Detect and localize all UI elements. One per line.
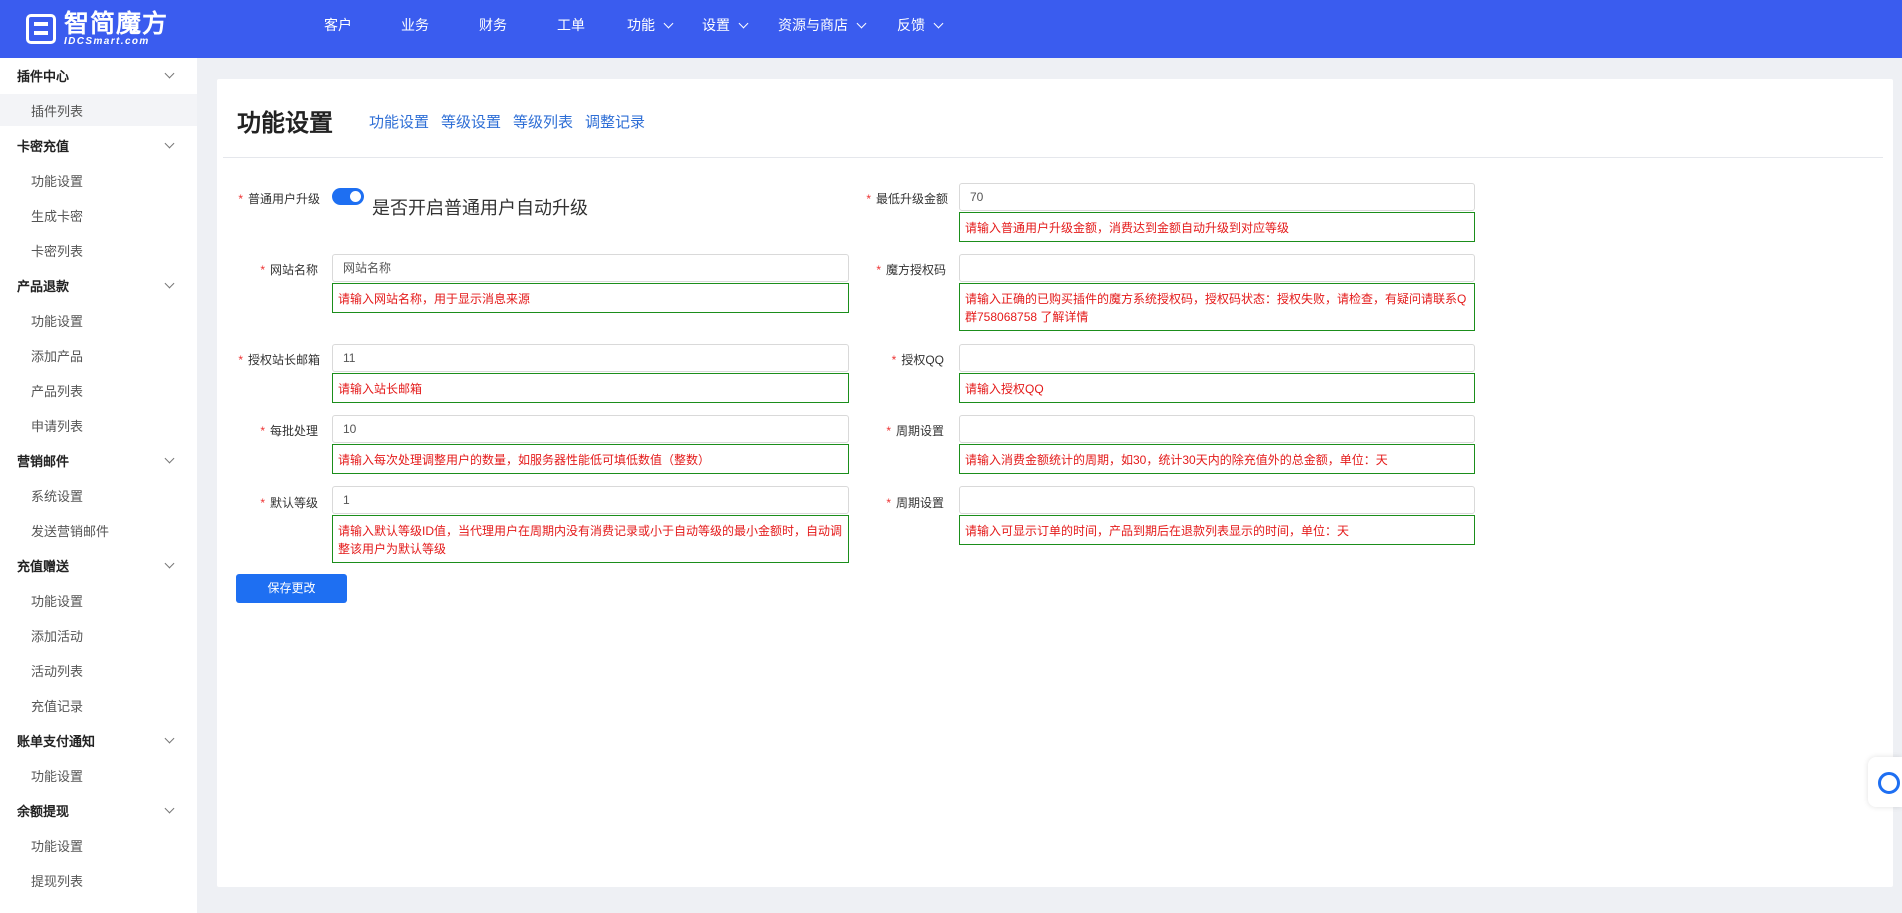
admin-email-input[interactable]: 11	[332, 344, 849, 372]
nav-tickets[interactable]: 工单	[557, 0, 585, 50]
nav-settings[interactable]: 设置	[702, 0, 749, 50]
page-tabs: 功能设置 等级设置 等级列表 调整记录	[369, 111, 645, 132]
nav-business[interactable]: 业务	[401, 0, 429, 50]
chevron-down-icon	[856, 18, 867, 28]
sidebar-group-recharge-bonus[interactable]: 充值赠送	[0, 549, 197, 581]
site-name-hint: 请输入网站名称，用于显示消息来源	[332, 283, 849, 313]
admin-email-hint: 请输入站长邮箱	[332, 373, 849, 403]
min-upgrade-amount-hint: 请输入普通用户升级金额，消费达到金额自动升级到对应等级	[959, 212, 1475, 242]
admin-email-label: * 授权站长邮箱	[238, 353, 320, 367]
batch-size-input[interactable]: 10	[332, 415, 849, 443]
sidebar-item-activity-list[interactable]: 活动列表	[0, 654, 197, 686]
period-settings-label: * 周期设置	[886, 424, 944, 438]
sidebar-item-add-product[interactable]: 添加产品	[0, 339, 197, 371]
top-navbar: 智简魔方 IDCSmart.com 客户 业务 财务 工单 功能 设置 资源与商…	[0, 0, 1902, 58]
sidebar-group-marketing-email[interactable]: 营销邮件	[0, 444, 197, 476]
sidebar-group-plugin-center[interactable]: 插件中心	[0, 59, 197, 91]
default-level-input[interactable]: 1	[332, 486, 849, 514]
order-period-input[interactable]	[959, 486, 1475, 514]
nav-customers[interactable]: 客户	[324, 0, 352, 50]
chevron-down-icon	[164, 278, 175, 289]
tab-level-list[interactable]: 等级列表	[513, 111, 573, 132]
sidebar-item-withdraw-settings[interactable]: 功能设置	[0, 829, 197, 861]
sidebar-item-withdraw-list[interactable]: 提现列表	[0, 864, 197, 896]
support-icon	[1878, 772, 1900, 794]
chevron-down-icon	[933, 18, 944, 28]
min-upgrade-amount-label: * 最低升级金额	[866, 192, 948, 206]
page-title: 功能设置	[237, 110, 333, 137]
logo-icon	[26, 14, 56, 44]
site-name-label: * 网站名称	[260, 263, 318, 277]
sidebar-item-generate-card[interactable]: 生成卡密	[0, 199, 197, 231]
nav-resources-store[interactable]: 资源与商店	[778, 0, 867, 50]
sidebar-item-bonus-settings[interactable]: 功能设置	[0, 584, 197, 616]
period-settings-hint: 请输入消费金额统计的周期，如30，统计30天内的除充值外的总金额，单位：天	[959, 444, 1475, 474]
brand-domain: IDCSmart.com	[64, 36, 150, 47]
license-qq-hint: 请输入授权QQ	[959, 373, 1475, 403]
sidebar-item-product-list[interactable]: 产品列表	[0, 374, 197, 406]
sidebar-group-product-refund[interactable]: 产品退款	[0, 269, 197, 301]
sidebar-item-add-activity[interactable]: 添加活动	[0, 619, 197, 651]
default-level-label: * 默认等级	[260, 496, 318, 510]
period-settings-input[interactable]	[959, 415, 1475, 443]
sidebar-item-notice-settings[interactable]: 功能设置	[0, 759, 197, 791]
tab-level-settings[interactable]: 等级设置	[441, 111, 501, 132]
batch-size-hint: 请输入每次处理调整用户的数量，如服务器性能低可填低数值（整数）	[332, 444, 849, 474]
brand-logo[interactable]: 智简魔方 IDCSmart.com	[26, 10, 168, 48]
sidebar-item-application-list[interactable]: 申请列表	[0, 409, 197, 441]
nav-features[interactable]: 功能	[627, 0, 674, 50]
sidebar-item-card-list[interactable]: 卡密列表	[0, 234, 197, 266]
nav-finance[interactable]: 财务	[479, 0, 507, 50]
auto-upgrade-toggle[interactable]	[332, 188, 364, 205]
chevron-down-icon	[663, 18, 674, 28]
chevron-down-icon	[164, 138, 175, 149]
floating-support-tab[interactable]	[1868, 757, 1902, 807]
sidebar-item-card-settings[interactable]: 功能设置	[0, 164, 197, 196]
site-name-input[interactable]: 网站名称	[332, 254, 849, 282]
license-code-hint: 请输入正确的已购买插件的魔方系统授权码，授权码状态：授权失败，请检查，有疑问请联…	[959, 283, 1475, 331]
chevron-down-icon	[164, 68, 175, 79]
license-code-input[interactable]	[959, 254, 1475, 282]
sidebar-item-system-settings[interactable]: 系统设置	[0, 479, 197, 511]
sidebar: 插件中心 插件列表 卡密充值 功能设置 生成卡密 卡密列表 产品退款 功能设置 …	[0, 58, 197, 913]
order-period-hint: 请输入可显示订单的时间，产品到期后在退款列表显示的时间，单位：天	[959, 515, 1475, 545]
brand-name: 智简魔方	[64, 10, 169, 38]
chevron-down-icon	[164, 558, 175, 569]
license-qq-input[interactable]	[959, 344, 1475, 372]
header-divider	[223, 157, 1883, 158]
sidebar-group-balance-withdraw[interactable]: 余额提现	[0, 794, 197, 826]
sidebar-item-refund-settings[interactable]: 功能设置	[0, 304, 197, 336]
sidebar-item-recharge-records[interactable]: 充值记录	[0, 689, 197, 721]
sidebar-item-plugin-list[interactable]: 插件列表	[0, 94, 197, 126]
tab-feature-settings[interactable]: 功能设置	[369, 111, 429, 132]
min-upgrade-amount-input[interactable]: 70	[959, 183, 1475, 211]
license-qq-label: * 授权QQ	[891, 353, 944, 367]
auto-upgrade-text: 是否开启普通用户自动升级	[372, 198, 588, 218]
chevron-down-icon	[164, 733, 175, 744]
license-code-label: * 魔方授权码	[876, 263, 946, 277]
default-level-hint: 请输入默认等级ID值，当代理用户在周期内没有消费记录或小于自动等级的最小金额时，…	[332, 515, 849, 563]
chevron-down-icon	[164, 803, 175, 814]
sidebar-group-bill-payment-notice[interactable]: 账单支付通知	[0, 724, 197, 756]
sidebar-group-card-recharge[interactable]: 卡密充值	[0, 129, 197, 161]
batch-size-label: * 每批处理	[260, 424, 318, 438]
tab-adjust-records[interactable]: 调整记录	[585, 111, 645, 132]
save-button[interactable]: 保存更改	[236, 574, 347, 603]
auto-upgrade-label: * 普通用户升级	[238, 192, 320, 206]
sidebar-item-send-marketing-email[interactable]: 发送营销邮件	[0, 514, 197, 546]
chevron-down-icon	[164, 453, 175, 464]
order-period-label: * 周期设置	[886, 496, 944, 510]
chevron-down-icon	[738, 18, 749, 28]
nav-feedback[interactable]: 反馈	[897, 0, 944, 50]
